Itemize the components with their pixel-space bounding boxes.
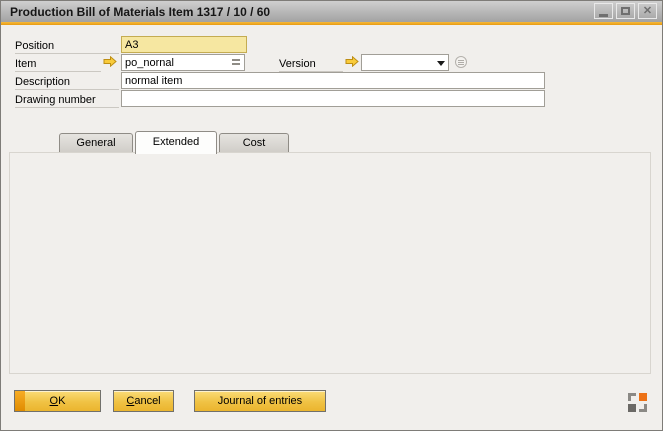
close-icon: ✕	[643, 6, 652, 17]
extended-tab-panel	[9, 152, 651, 374]
title-bar[interactable]: Production Bill of Materials Item 1317 /…	[1, 1, 662, 22]
tab-cost[interactable]: Cost	[219, 133, 289, 153]
choose-from-list-icon[interactable]	[455, 56, 467, 68]
minimize-button[interactable]	[594, 3, 613, 19]
journal-of-entries-button-label: Journal of entries	[195, 391, 325, 411]
maximize-button[interactable]	[616, 3, 635, 19]
item-label: Item	[15, 57, 101, 72]
tab-general[interactable]: General	[59, 133, 133, 153]
ok-button-label: OK	[15, 391, 100, 411]
cancel-button[interactable]: Cancel	[113, 390, 174, 412]
production-bom-window: Production Bill of Materials Item 1317 /…	[0, 0, 663, 431]
window-title: Production Bill of Materials Item 1317 /…	[10, 5, 270, 19]
link-arrow-icon[interactable]	[345, 56, 359, 67]
cancel-button-label: Cancel	[114, 391, 173, 411]
maximize-icon	[621, 7, 630, 15]
widget-square-gray	[628, 404, 636, 412]
chevron-down-icon	[437, 61, 445, 66]
equals-icon[interactable]	[232, 59, 240, 65]
version-dropdown[interactable]	[361, 54, 449, 71]
drawing-number-input[interactable]	[121, 90, 545, 107]
accent-bar	[1, 22, 662, 25]
description-label: Description	[15, 75, 119, 90]
widget-corner-top-left	[628, 393, 636, 401]
widget-square-orange	[639, 393, 647, 401]
position-label: Position	[15, 39, 119, 54]
link-arrow-icon[interactable]	[103, 56, 117, 67]
description-input[interactable]: normal item	[121, 72, 545, 89]
journal-of-entries-button[interactable]: Journal of entries	[194, 390, 326, 412]
minimize-icon	[599, 14, 608, 17]
item-value: po_nornal	[125, 57, 174, 69]
item-input[interactable]: po_nornal	[121, 54, 245, 71]
position-input[interactable]: A3	[121, 36, 247, 53]
close-button[interactable]: ✕	[638, 3, 657, 19]
widget-corner-bottom-right	[639, 404, 647, 412]
version-label: Version	[279, 57, 343, 72]
form-settings-icon[interactable]	[628, 393, 647, 412]
drawing-number-label: Drawing number	[15, 93, 119, 108]
ok-button[interactable]: OK	[14, 390, 101, 412]
tab-extended[interactable]: Extended	[135, 131, 217, 154]
